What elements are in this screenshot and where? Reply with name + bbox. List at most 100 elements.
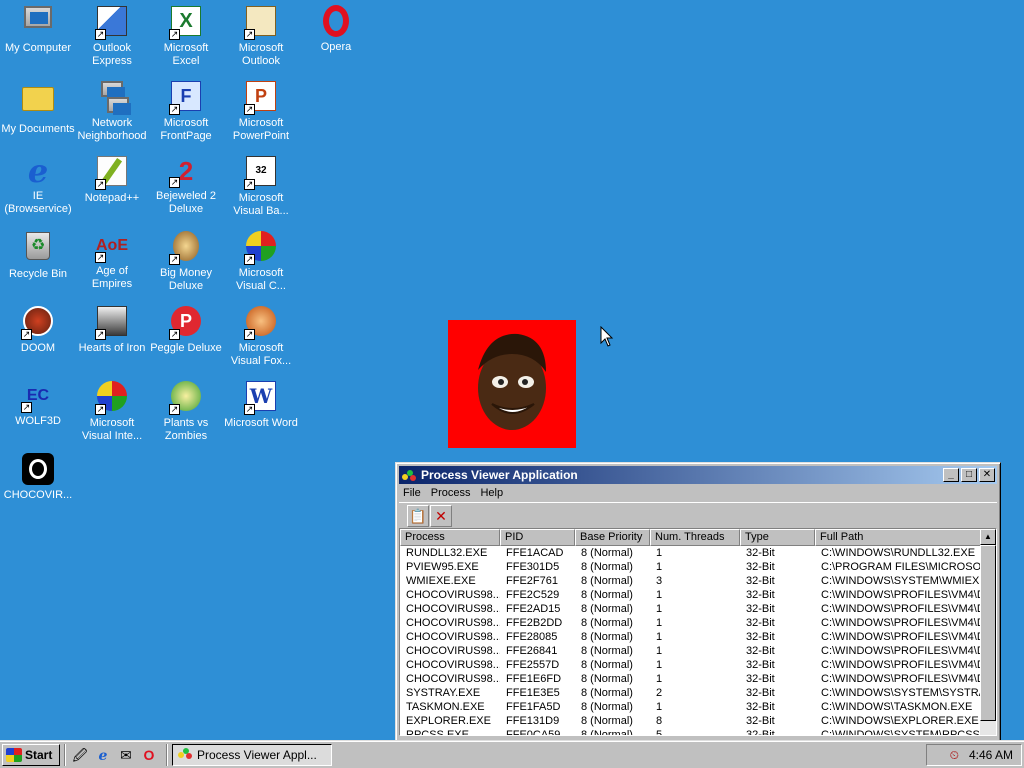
column-header-base-priority[interactable]: Base Priority [575,529,650,546]
table-row[interactable]: RPCSS.EXE FFE0CA59 8 (Normal) 5 32-Bit C:\WIN… [400,728,996,736]
quicklaunch-outlook-express[interactable]: ✉ [116,745,136,765]
cell-num-threads: 1 [656,603,663,615]
desktop-icon-excel[interactable]: X ↗ Microsoft Excel [148,4,224,68]
desktop-icon-network-neighborhood[interactable]: Network Neighborhood [74,79,150,143]
desktop-icon-ie[interactable]: e IE (Browservice) [0,154,76,216]
desktop-icon-notepad-plus-plus[interactable]: ↗ Notepad++ [74,154,150,205]
table-row[interactable]: CHOCOVIRUS98... FFE2557D 8 (Normal) 1 32-Bit… [400,658,996,672]
desktop-icon-word[interactable]: W ↗ Microsoft Word [223,379,299,430]
desktop-icon-peggle[interactable]: P ↗ Peggle Deluxe [148,304,224,355]
cell-base-priority: 8 (Normal) [581,603,633,615]
cell-process-name: CHOCOVIRUS98... [406,631,500,643]
cell-pid: FFE2B2DD [506,617,563,629]
table-row[interactable]: PVIEW95.EXE FFE301D5 8 (Normal) 1 32-Bit C:\P… [400,560,996,574]
scroll-up-button[interactable]: ▲ [980,529,996,545]
cell-base-priority: 8 (Normal) [581,547,633,559]
excel-icon: X ↗ [169,6,203,40]
cell-type: 32-Bit [746,715,775,727]
refresh-button[interactable]: 📋 [407,504,429,527]
column-header-type[interactable]: Type [740,529,815,546]
cell-type: 32-Bit [746,589,775,601]
cell-base-priority: 8 (Normal) [581,659,633,671]
cell-base-priority: 8 (Normal) [581,631,633,643]
plants-vs-zombies-icon: ↗ [169,381,203,415]
close-button[interactable]: ✕ [979,468,995,482]
taskbar-separator [64,743,66,766]
desktop-icon-frontpage[interactable]: F ↗ Microsoft FrontPage [148,79,224,143]
menu-help[interactable]: Help [480,487,503,499]
desktop-icon-chocovirus[interactable]: CHOCOVIR... [0,452,76,502]
cell-num-threads: 3 [656,575,663,587]
quicklaunch-opera[interactable]: O [139,745,159,765]
cell-pid: FFE1E3E5 [506,687,560,699]
table-row[interactable]: SYSTRAY.EXE FFE1E3E5 8 (Normal) 2 32-Bit C:\W… [400,686,996,700]
cell-full-path: C:\PROGRAM FILES\MICROSOFT [821,561,983,573]
maximize-button[interactable]: □ [961,468,977,482]
cell-type: 32-Bit [746,603,775,615]
taskbar-button-process-viewer[interactable]: Process Viewer Appl... [172,743,332,766]
cell-base-priority: 8 (Normal) [581,589,633,601]
cell-full-path: C:\WINDOWS\PROFILES\VM4\DES [821,659,983,671]
table-row[interactable]: EXPLORER.EXE FFE131D9 8 (Normal) 8 32-Bit C:\… [400,714,996,728]
desktop-icon-visual-c[interactable]: ↗ Microsoft Visual C... [223,229,299,293]
desktop-icon-opera[interactable]: Opera [298,4,374,54]
table-row[interactable]: CHOCOVIRUS98... FFE1E6FD 8 (Normal) 1 32-Bit… [400,672,996,686]
cell-pid: FFE1FA5D [506,701,561,713]
table-row[interactable]: CHOCOVIRUS98... FFE28085 8 (Normal) 1 32-Bit… [400,630,996,644]
cell-base-priority: 8 (Normal) [581,575,633,587]
desktop-icon-recycle-bin[interactable]: ♻ Recycle Bin [0,229,76,281]
desktop-icon-hearts-of-iron[interactable]: ↗ Hearts of Iron [74,304,150,355]
desktop-icon-wolf3d[interactable]: EC ↗ WOLF3D [0,379,76,428]
scroll-thumb[interactable] [980,545,996,721]
table-row[interactable]: TASKMON.EXE FFE1FA5D 8 (Normal) 1 32-Bit C:\W… [400,700,996,714]
desktop-icon-big-money[interactable]: ↗ Big Money Deluxe [148,229,224,293]
table-row[interactable]: CHOCOVIRUS98... FFE2AD15 8 (Normal) 1 32-Bit… [400,602,996,616]
column-header-full-path[interactable]: Full Path [815,529,983,546]
cell-pid: FFE131D9 [506,715,560,727]
scheduler-icon[interactable]: ⏲ [950,748,959,763]
column-header-pid[interactable]: PID [500,529,575,546]
cell-pid: FFE1ACAD [506,547,564,559]
desktop-icon-visual-basic[interactable]: 32 ↗ Microsoft Visual Ba... [223,154,299,218]
table-row[interactable]: CHOCOVIRUS98... FFE26841 8 (Normal) 1 32-Bit… [400,644,996,658]
desktop-icon-my-documents[interactable]: My Documents [0,79,76,136]
column-header-process[interactable]: Process [400,529,500,546]
refresh-icon: 📋 [409,507,427,524]
kill-process-button[interactable]: ✕ [430,504,452,527]
table-row[interactable]: WMIEXE.EXE FFE2F761 8 (Normal) 3 32-Bit C:\WI… [400,574,996,588]
desktop-icon-bejeweled[interactable]: 2 ↗ Bejeweled 2 Deluxe [148,154,224,216]
toolbar: 📋 ✕ [399,502,997,528]
minimize-button[interactable]: _ [943,468,959,482]
desktop-icon-outlook[interactable]: ↗ Microsoft Outlook [223,4,299,68]
menu-process[interactable]: Process [431,487,471,499]
quicklaunch-show-desktop[interactable]: 🖉 [70,745,90,765]
desktop-icon-doom[interactable]: ↗ DOOM [0,304,76,355]
cell-num-threads: 5 [656,729,663,736]
cell-full-path: C:\WINDOWS\PROFILES\VM4\DES [821,673,983,685]
table-row[interactable]: CHOCOVIRUS98... FFE2B2DD 8 (Normal) 1 32-Bit… [400,616,996,630]
desktop-icon-plants-vs-zombies[interactable]: ↗ Plants vs Zombies [148,379,224,443]
menu-file[interactable]: File [403,487,421,499]
quicklaunch-ie[interactable]: e [93,745,113,765]
desktop: My Computer My Documents e IE (Browservi… [0,0,1024,744]
menu-bar: File Process Help [399,484,997,502]
table-row[interactable]: RUNDLL32.EXE FFE1ACAD 8 (Normal) 1 32-Bit C:\… [400,546,996,560]
start-button[interactable]: Start [2,743,60,766]
folder-icon [21,87,55,121]
cell-pid: FFE1E6FD [506,673,562,685]
cell-base-priority: 8 (Normal) [581,673,633,685]
cell-num-threads: 1 [656,659,663,671]
clock[interactable]: 4:46 AM [969,748,1013,762]
desktop-icon-outlook-express[interactable]: ↗ Outlook Express [74,4,150,68]
desktop-icon-visual-interdev[interactable]: ↗ Microsoft Visual Inte... [74,379,150,443]
vertical-scrollbar[interactable]: ▲ [980,529,996,735]
cell-pid: FFE26841 [506,645,558,657]
process-list[interactable]: Process PID Base Priority Num. Threads T… [399,528,997,736]
desktop-icon-my-computer[interactable]: My Computer [0,4,76,55]
desktop-icon-powerpoint[interactable]: P ↗ Microsoft PowerPoint [223,79,299,143]
desktop-icon-age-of-empires[interactable]: AoE ↗ Age of Empires [74,229,150,291]
table-row[interactable]: CHOCOVIRUS98... FFE2C529 8 (Normal) 1 32-Bit… [400,588,996,602]
desktop-icon-visual-foxpro[interactable]: ↗ Microsoft Visual Fox... [223,304,299,368]
window-titlebar[interactable]: Process Viewer Application _ □ ✕ [399,466,997,484]
column-header-num-threads[interactable]: Num. Threads [650,529,740,546]
